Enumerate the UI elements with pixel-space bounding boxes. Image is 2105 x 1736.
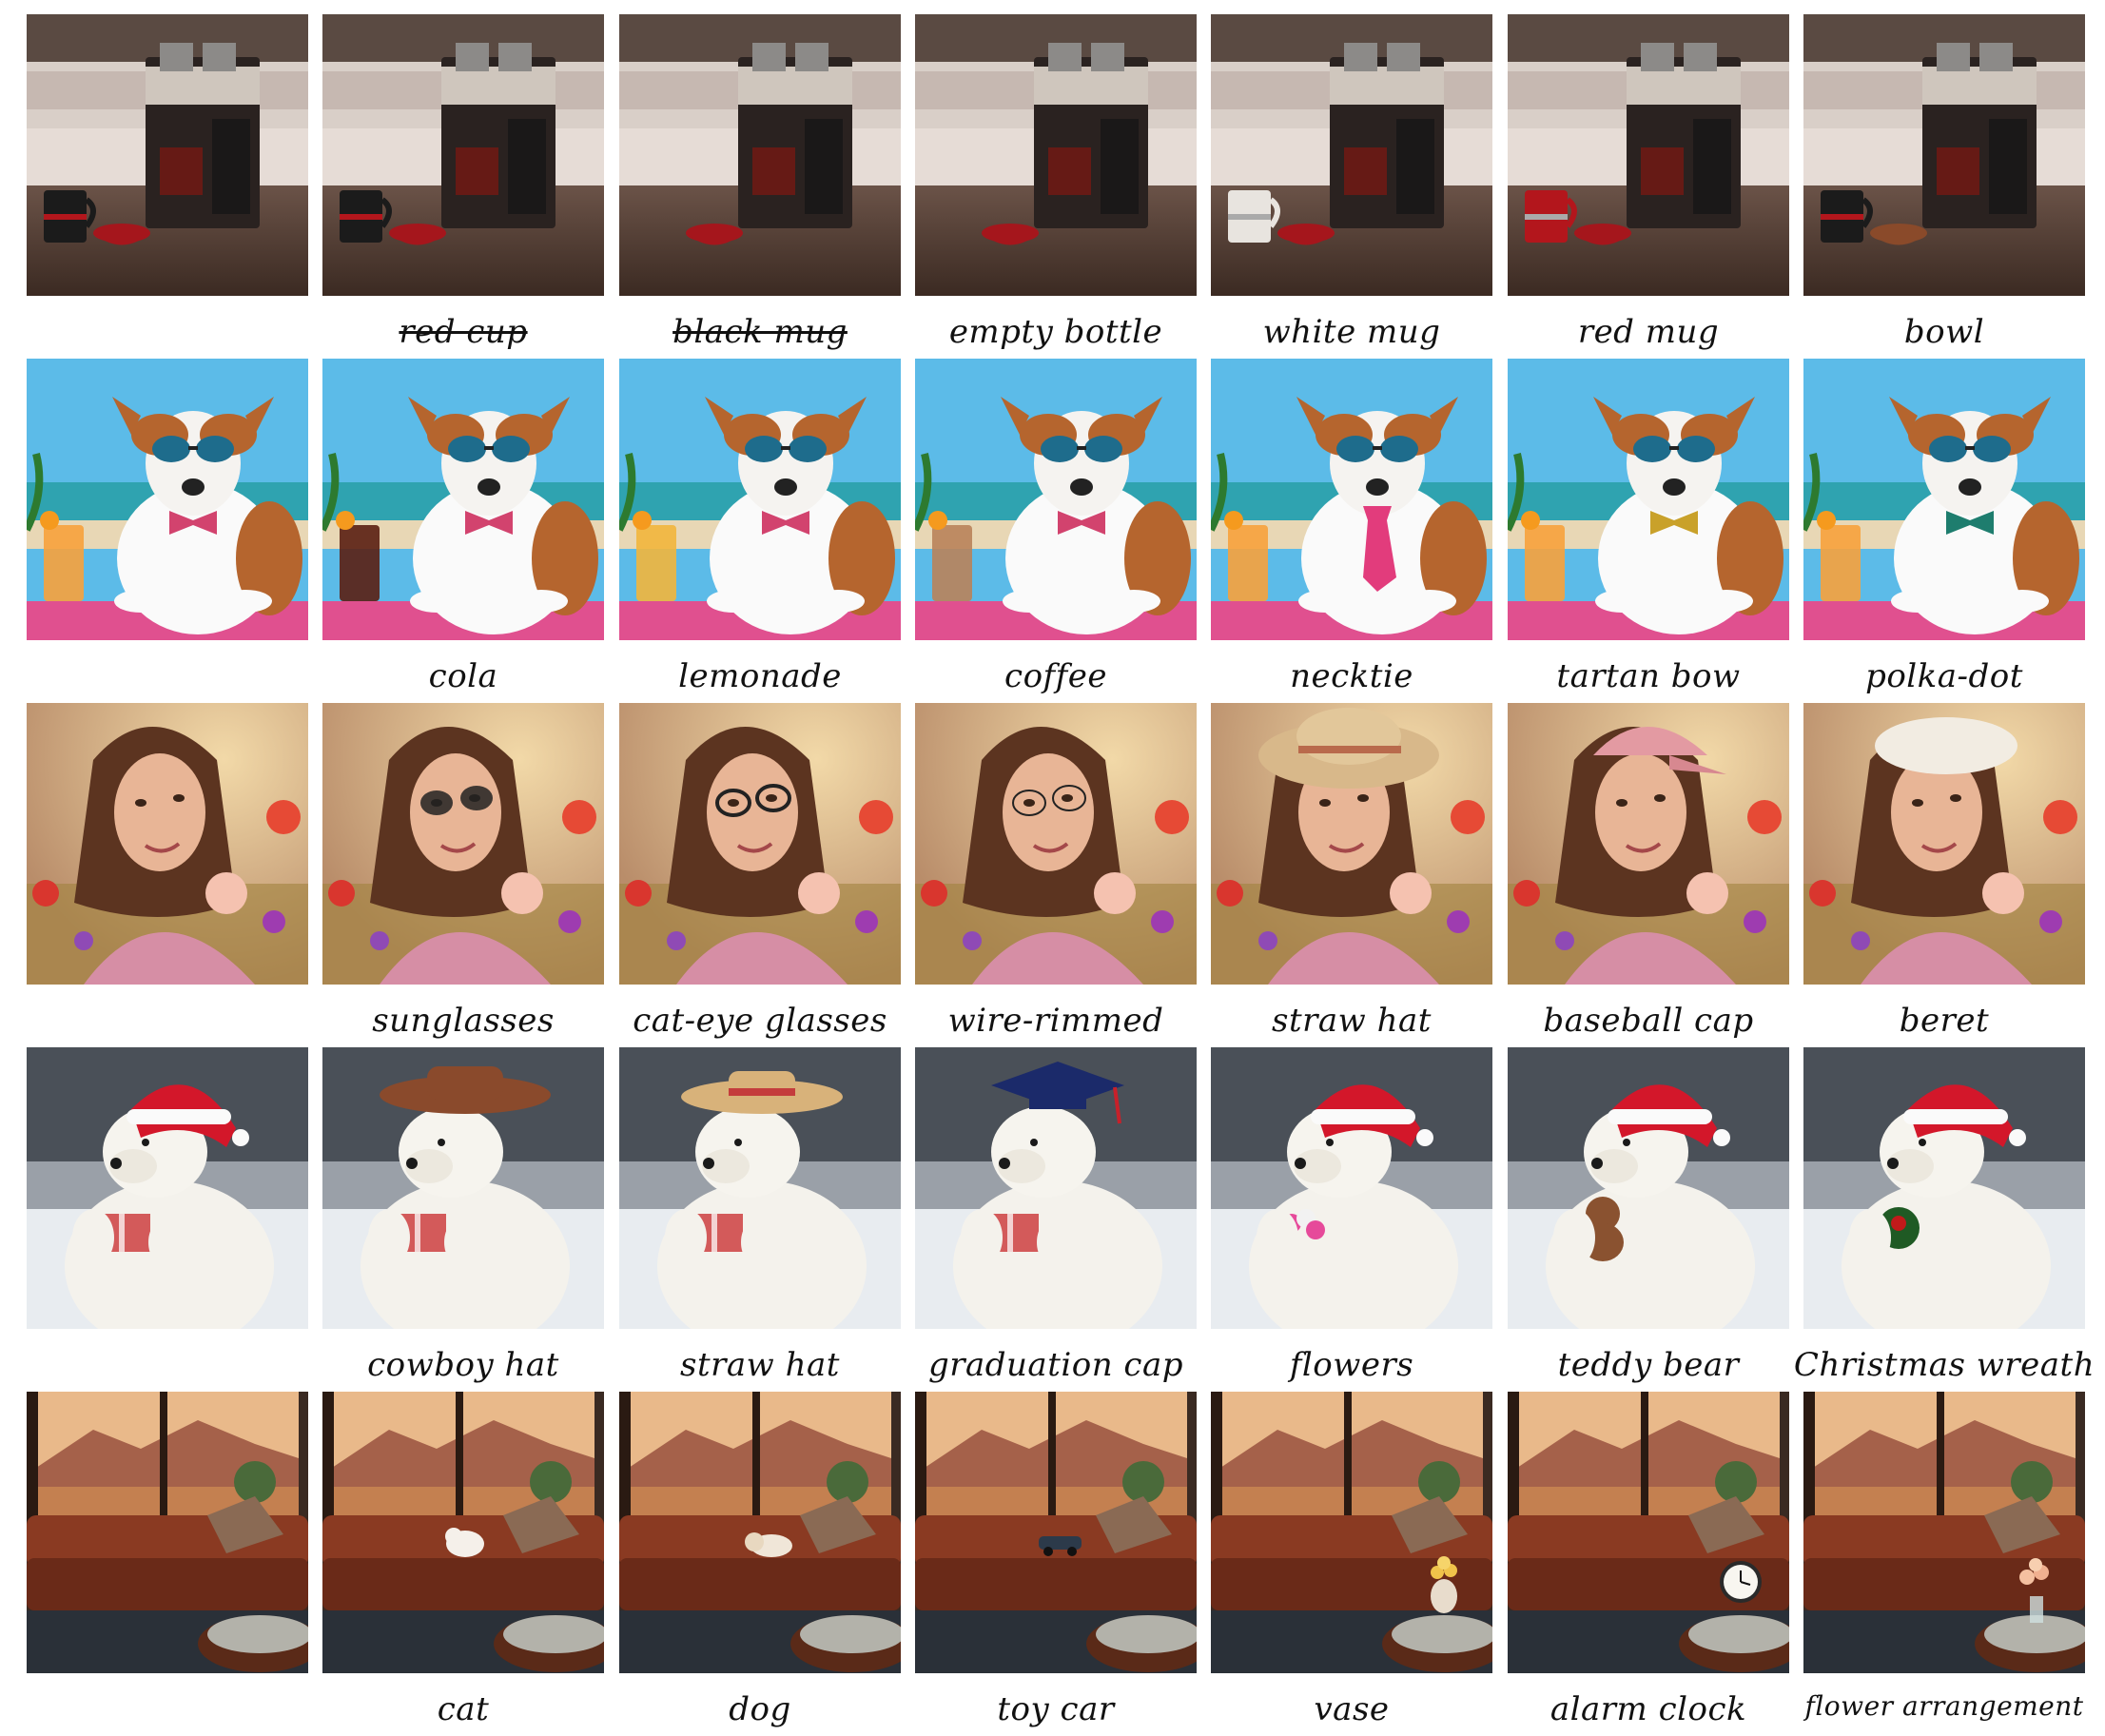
source-image <box>27 359 308 640</box>
image-caption: teddy bear <box>1557 1346 1740 1384</box>
image-caption: black mug <box>672 313 848 351</box>
edited-image <box>1508 359 1789 640</box>
edited-image <box>619 703 901 985</box>
edited-image <box>322 1392 604 1673</box>
edited-image <box>322 1047 604 1329</box>
edited-image <box>1508 1392 1789 1673</box>
edited-image <box>915 1392 1197 1673</box>
image-caption: red mug <box>1577 313 1720 351</box>
image-caption: cat <box>437 1690 490 1728</box>
edited-image <box>1508 14 1789 296</box>
edited-image <box>915 359 1197 640</box>
image-caption: red cup <box>399 313 528 351</box>
image-caption: sunglasses <box>372 1002 555 1040</box>
edited-image <box>1803 14 2085 296</box>
edited-image <box>1211 359 1492 640</box>
edited-image <box>1803 1392 2085 1673</box>
source-image <box>27 1047 308 1329</box>
image-caption: cat-eye glasses <box>633 1002 887 1040</box>
edited-image <box>322 359 604 640</box>
edited-image <box>1508 1047 1789 1329</box>
source-image <box>27 14 308 296</box>
image-caption: straw hat <box>1272 1002 1432 1040</box>
image-caption: flower arrangement <box>1804 1690 2084 1722</box>
image-caption: cowboy hat <box>367 1346 559 1384</box>
image-caption: cola <box>428 657 498 695</box>
image-caption: coffee <box>1004 657 1107 695</box>
edited-image <box>619 1392 901 1673</box>
image-caption: vase <box>1314 1690 1390 1728</box>
edited-image <box>322 703 604 985</box>
image-caption: wire-rimmed <box>947 1002 1164 1040</box>
edited-image <box>1211 1047 1492 1329</box>
edited-image <box>1211 703 1492 985</box>
image-caption: Christmas wreath <box>1793 1346 2095 1384</box>
image-caption: dog <box>729 1690 791 1728</box>
edited-image <box>915 14 1197 296</box>
edited-image <box>915 703 1197 985</box>
edited-image <box>1803 703 2085 985</box>
row-flower-field-woman: sunglasses cat-eye glasses wire-rimmed s… <box>0 703 2105 1047</box>
row-beach-dog: cola lemonade coffee necktie tartan bow … <box>0 359 2105 703</box>
image-caption: lemonade <box>678 657 842 695</box>
edited-image <box>619 359 901 640</box>
image-caption: necktie <box>1290 657 1413 695</box>
row-kitchen-coffee: red cup black mug empty bottle white mug… <box>0 14 2105 359</box>
image-grid: red cup black mug empty bottle white mug… <box>0 0 2105 1728</box>
edited-image <box>619 14 901 296</box>
image-caption: tartan bow <box>1556 657 1741 695</box>
image-caption: alarm clock <box>1550 1690 1747 1728</box>
edited-image <box>1211 1392 1492 1673</box>
row-polar-bear: cowboy hat straw hat graduation cap flow… <box>0 1047 2105 1392</box>
edited-image <box>1211 14 1492 296</box>
edited-image <box>915 1047 1197 1329</box>
edited-image <box>1803 359 2085 640</box>
image-caption: white mug <box>1262 313 1441 351</box>
image-caption: bowl <box>1903 313 1985 351</box>
source-image <box>27 703 308 985</box>
image-caption: polka-dot <box>1865 657 2023 695</box>
image-caption: graduation cap <box>927 1346 1183 1384</box>
edited-image <box>619 1047 901 1329</box>
edited-image <box>322 14 604 296</box>
row-living-room-sofa: cat dog toy car vase alarm clock flower … <box>0 1392 2105 1736</box>
image-caption: beret <box>1899 1002 1990 1040</box>
image-caption: toy car <box>997 1690 1115 1728</box>
edited-image <box>1508 703 1789 985</box>
image-caption: empty bottle <box>948 313 1163 351</box>
source-image <box>27 1392 308 1673</box>
image-caption: baseball cap <box>1543 1002 1754 1040</box>
edited-image <box>1803 1047 2085 1329</box>
image-caption: flowers <box>1289 1346 1414 1384</box>
image-caption: straw hat <box>680 1346 840 1384</box>
